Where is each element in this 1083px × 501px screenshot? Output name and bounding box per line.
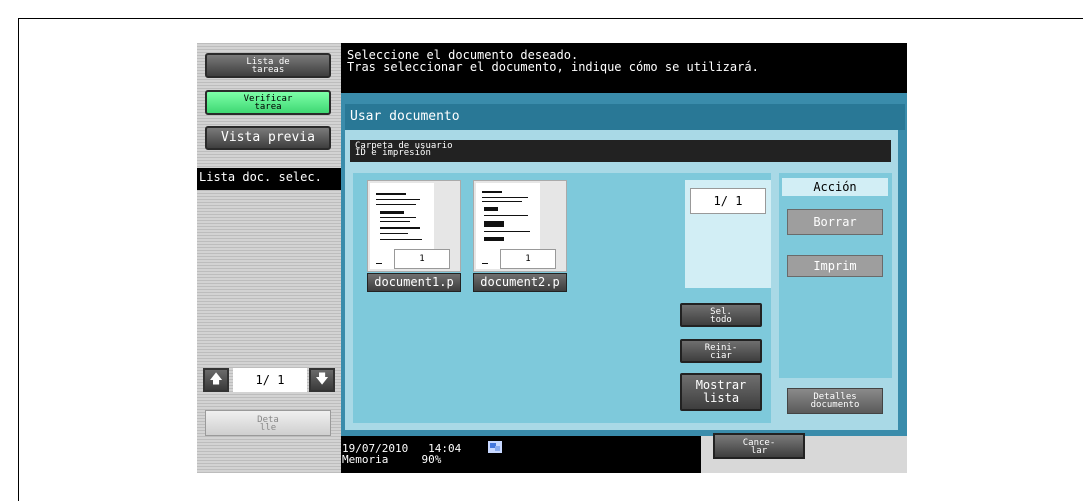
sidebar-pager: 🡅 1/ 1 🡇: [203, 368, 337, 392]
reset-button[interactable]: Reini- ciar: [680, 339, 762, 363]
job-list-button[interactable]: Lista de tareas: [205, 53, 331, 78]
check-job-button[interactable]: Verificar tarea: [205, 90, 331, 115]
document-details-button[interactable]: Detalles documento: [787, 388, 883, 414]
document-thumbnail-2[interactable]: 1: [473, 180, 567, 272]
memory-value: 90%: [421, 453, 442, 466]
detail-button[interactable]: Deta lle: [205, 410, 331, 436]
document-thumbnail-1[interactable]: 1: [367, 180, 461, 272]
network-icon: [488, 441, 502, 453]
document-page-count: 1: [500, 249, 556, 269]
folder-line-2: ID e impresión: [355, 148, 431, 158]
print-button[interactable]: Imprim: [787, 255, 883, 277]
show-list-button[interactable]: Mostrar lista: [680, 373, 762, 411]
arrow-up-icon: 🡅: [209, 372, 223, 387]
status-bar: 19/07/2010 14:04 Memoria 90%: [341, 436, 701, 473]
delete-button[interactable]: Borrar: [787, 209, 883, 235]
document-name-button-2[interactable]: document2.p: [473, 273, 567, 292]
arrow-down-icon: 🡇: [315, 372, 329, 387]
message-line-2: Tras seleccionar el documento, indique c…: [347, 60, 759, 74]
document-page-box: 1/ 1: [685, 180, 771, 288]
folder-line-1: Carpeta de usuario: [355, 141, 453, 151]
instruction-message: Seleccione el documento deseado. Tras se…: [341, 43, 907, 93]
cancel-button[interactable]: Cance- lar: [713, 433, 805, 459]
document-page-count: 1: [394, 249, 450, 269]
document-name-button-1[interactable]: document1.p: [367, 273, 461, 292]
select-all-button[interactable]: Sel. todo: [680, 303, 762, 327]
action-title: Acción: [782, 178, 888, 196]
sidebar-page-indicator: 1/ 1: [233, 368, 307, 392]
dialog-title: Usar documento: [345, 104, 905, 130]
page-down-button[interactable]: 🡇: [309, 368, 335, 392]
page-up-button[interactable]: 🡅: [203, 368, 229, 392]
preview-button[interactable]: Vista previa: [205, 126, 331, 150]
selected-doc-list-label: Lista doc. selec.: [197, 168, 341, 190]
document-page-indicator: 1/ 1: [690, 188, 766, 214]
memory-label: Memoria: [342, 453, 389, 466]
folder-path: Carpeta de usuario ID e impresión: [350, 140, 891, 162]
